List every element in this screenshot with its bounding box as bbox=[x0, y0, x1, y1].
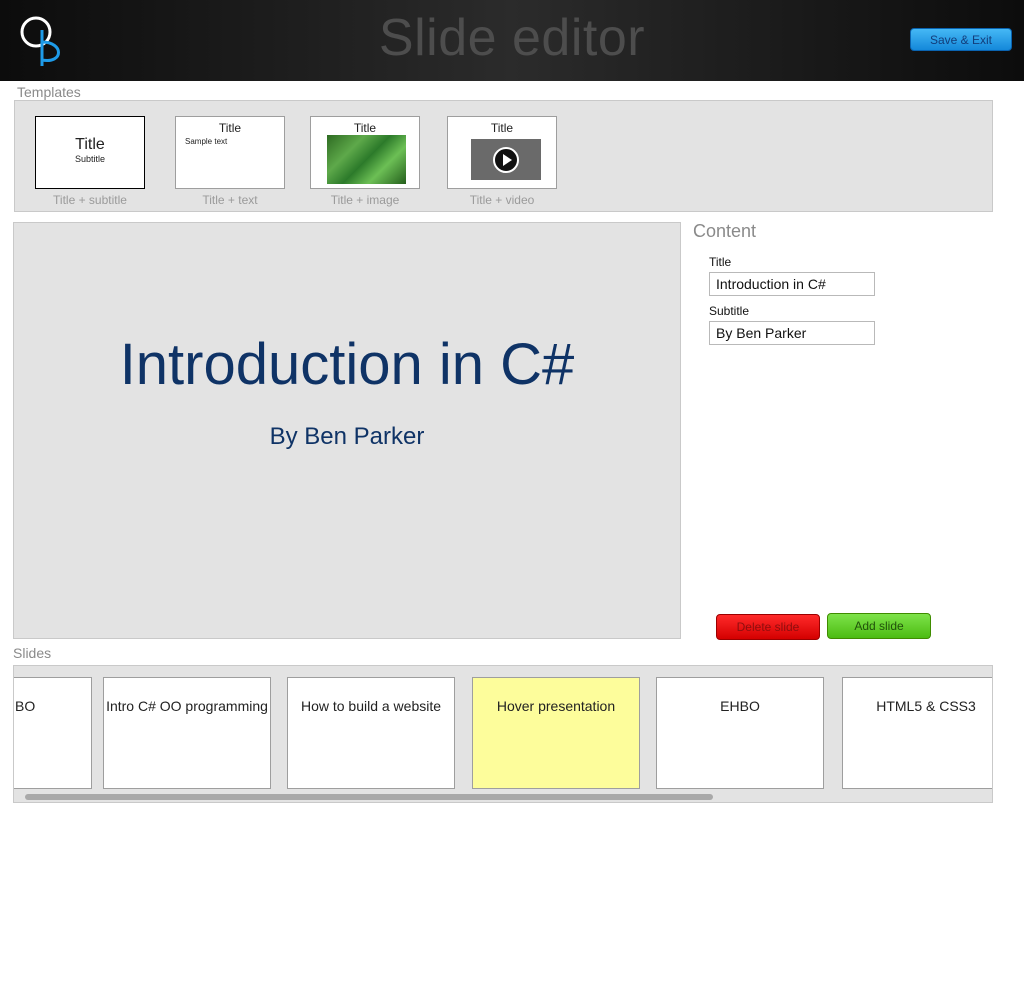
template-title-subtitle[interactable]: Title Subtitle bbox=[35, 116, 145, 189]
add-slide-button[interactable]: Add slide bbox=[827, 613, 931, 639]
content-heading: Content bbox=[693, 221, 757, 241]
template-title-text: Title bbox=[218, 121, 242, 135]
slide-thumbnail[interactable]: Intro C# OO programming bbox=[103, 677, 271, 789]
template-caption: Title + image bbox=[330, 193, 400, 207]
templates-panel: Title Subtitle Title + subtitle Title Sa… bbox=[14, 100, 993, 212]
slides-label: Slides bbox=[13, 645, 52, 661]
play-icon bbox=[493, 147, 519, 173]
grass-image-thumbnail bbox=[327, 135, 406, 184]
slide-thumbnail[interactable]: BO bbox=[14, 677, 92, 789]
save-exit-button[interactable]: Save & Exit bbox=[910, 28, 1012, 51]
preview-title: Introduction in C# bbox=[119, 332, 575, 397]
template-subtitle-text: Subtitle bbox=[74, 154, 106, 164]
slide-preview: Introduction in C# By Ben Parker bbox=[13, 222, 681, 639]
template-title-text: Title bbox=[490, 121, 514, 135]
video-thumbnail bbox=[471, 139, 541, 180]
subtitle-field-label: Subtitle bbox=[709, 304, 750, 318]
slide-thumbnail[interactable]: HTML5 & CSS3 bbox=[842, 677, 992, 789]
template-title-text: Title bbox=[75, 136, 105, 153]
slide-thumbnail[interactable]: How to build a website bbox=[287, 677, 455, 789]
subtitle-input[interactable] bbox=[709, 321, 875, 345]
slide-thumbnail[interactable]: EHBO bbox=[656, 677, 824, 789]
template-title-text[interactable]: Title Sample text bbox=[175, 116, 285, 189]
template-sample-text: Sample text bbox=[185, 137, 228, 146]
delete-slide-button[interactable]: Delete slide bbox=[716, 614, 820, 640]
template-title-video[interactable]: Title bbox=[447, 116, 557, 189]
template-title-text: Title bbox=[353, 121, 377, 135]
template-title-image[interactable]: Title bbox=[310, 116, 420, 189]
header-bar: Slide editor Save & Exit bbox=[0, 0, 1024, 81]
slides-strip: BO Intro C# OO programming How to build … bbox=[13, 665, 993, 803]
template-caption: Title + text bbox=[202, 193, 258, 207]
title-field-label: Title bbox=[709, 255, 732, 269]
title-input[interactable] bbox=[709, 272, 875, 296]
horizontal-scrollbar[interactable] bbox=[25, 794, 713, 800]
app-title: Slide editor bbox=[378, 9, 646, 67]
slide-thumbnail-hovered[interactable]: Hover presentation bbox=[472, 677, 640, 789]
preview-subtitle: By Ben Parker bbox=[269, 423, 425, 450]
template-caption: Title + video bbox=[469, 193, 535, 207]
templates-label: Templates bbox=[17, 84, 81, 100]
template-caption: Title + subtitle bbox=[53, 193, 127, 207]
